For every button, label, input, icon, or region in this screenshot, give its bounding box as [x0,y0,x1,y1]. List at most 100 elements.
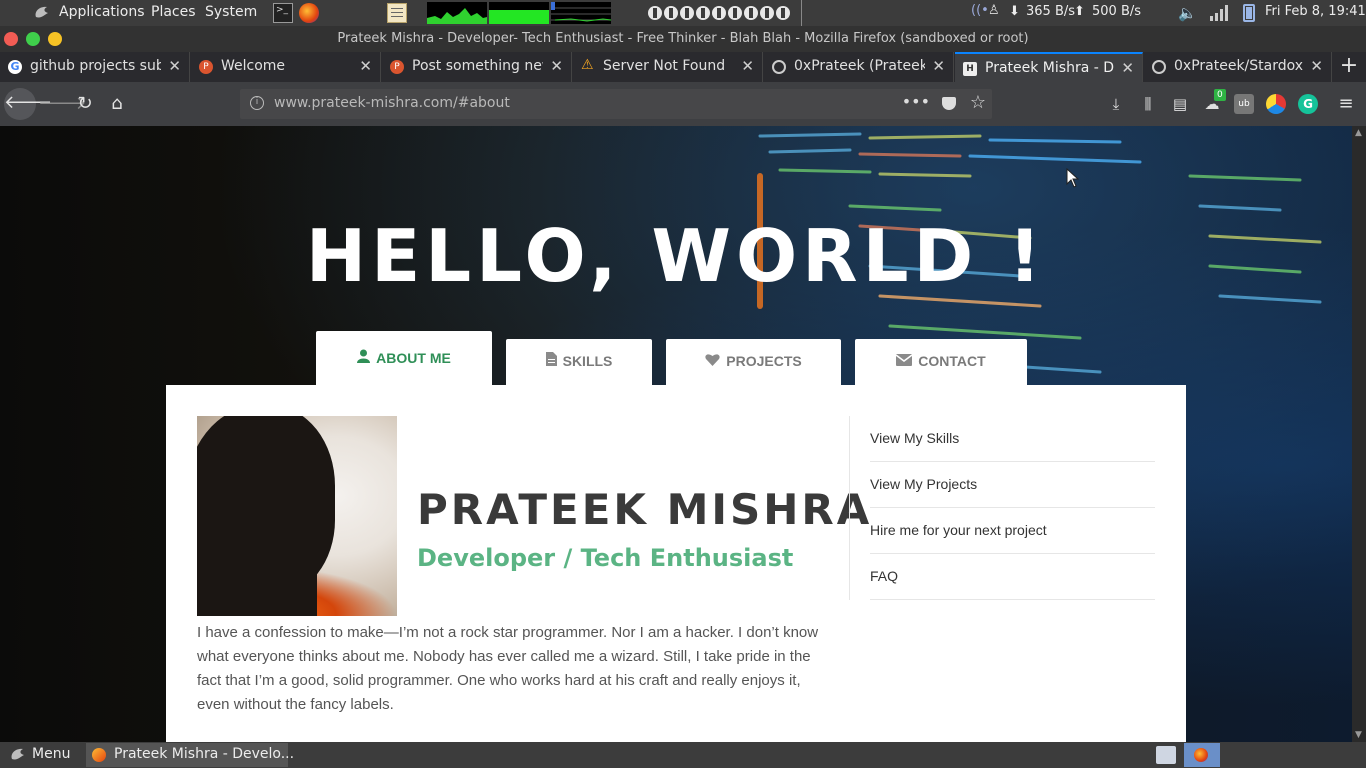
taskbar-window-label: Prateek Mishra - Develo... [114,746,295,762]
window-title: Prateek Mishra - Developer- Tech Enthusi… [337,31,1029,46]
github-icon [1152,60,1166,74]
text-editor-icon[interactable] [387,3,407,23]
system-menu[interactable]: System [205,4,257,20]
navigation-toolbar: 🡐 🡒 ↻ ⌂ i www.prateek-mishra.com/#about … [0,82,1366,126]
tab-prateek-mishra[interactable]: H Prateek Mishra - De ✕ [955,52,1143,82]
accessibility-icon[interactable]: ♙ [988,3,1008,23]
clock[interactable]: Fri Feb 8, 19:41 [1265,4,1366,19]
bookmark-star-icon[interactable]: ☆ [970,92,986,113]
tab-server-not-found[interactable]: ⚠ Server Not Found ✕ [573,52,763,82]
scroll-up-icon[interactable]: ▲ [1355,128,1362,138]
show-desktop-button[interactable] [1184,743,1220,767]
tab-skills-label: SKILLS [562,353,613,369]
memory-graph [489,2,549,24]
site-info-icon[interactable]: i [250,96,264,110]
url-bar[interactable]: i www.prateek-mishra.com/#about ••• ☆ [240,89,992,119]
terminal-icon[interactable]: >_ [273,3,293,23]
grammarly-icon[interactable]: G [1298,94,1318,114]
tab-post-something[interactable]: P Post something new ✕ [382,52,572,82]
distro-logo-icon[interactable] [32,3,52,23]
places-menu[interactable]: Places [151,4,196,20]
close-tab-icon[interactable]: ✕ [550,57,563,75]
quick-links: View My Skills View My Projects Hire me … [849,416,1155,600]
file-icon [545,339,557,383]
menu-logo-icon[interactable] [8,746,28,764]
firefox-tray-icon [1194,748,1208,762]
battery-icon[interactable] [1243,4,1255,22]
link-faq[interactable]: FAQ [870,554,1155,600]
close-tab-icon[interactable]: ✕ [359,57,372,75]
profile-photo [197,416,397,616]
tab-label: Server Not Found [603,58,726,74]
menu-button[interactable]: Menu [32,746,70,762]
sidebar-icon[interactable]: ▤ [1170,94,1190,114]
taskbar-firefox-window[interactable]: Prateek Mishra - Develo... [86,743,294,767]
github-icon [772,60,786,74]
page-viewport: HELLO, WORLD ! ABOUT ME SKILLS PROJECTS … [0,126,1352,742]
user-icon [357,331,371,385]
pocket-icon[interactable] [942,97,956,110]
back-button[interactable]: 🡐 [4,88,52,120]
close-tab-icon[interactable]: ✕ [932,57,945,75]
tab-welcome[interactable]: P Welcome ✕ [191,52,381,82]
tab-skills[interactable]: SKILLS [506,339,652,385]
url-text[interactable]: www.prateek-mishra.com/#about [274,95,510,111]
profile-role: Developer / Tech Enthusiast [417,544,794,572]
signal-strength-icon[interactable] [1209,5,1229,21]
tab-contact[interactable]: CONTACT [855,339,1027,385]
tab-label: github projects subr [30,58,161,74]
tab-about-me-label: ABOUT ME [376,350,451,366]
tab-stardox[interactable]: 0xPrateek/Stardox: ✕ [1144,52,1332,82]
heart-icon [705,339,720,383]
warning-icon: ⚠ [581,57,594,73]
home-button[interactable]: ⌂ [102,89,132,119]
firefox-launcher-icon[interactable] [299,3,319,23]
tab-projects-label: PROJECTS [726,353,802,369]
new-tab-button[interactable]: + [1332,52,1366,82]
forward-button[interactable]: 🡒 [38,89,86,119]
net-up-speed: 500 B/s [1092,4,1142,19]
profile-name: PRATEEK MISHRA [417,485,873,534]
tab-bar: G github projects subr ✕ P Welcome ✕ P P… [0,52,1366,82]
tab-github-projects[interactable]: G github projects subr ✕ [0,52,190,82]
reload-button[interactable]: ↻ [70,89,100,119]
scroll-down-icon[interactable]: ▼ [1355,730,1362,740]
window-titlebar: Prateek Mishra - Developer- Tech Enthusi… [0,26,1366,52]
bottom-taskbar: Menu Prateek Mishra - Develo... [0,742,1366,768]
hero-title: HELLO, WORLD ! [305,214,1047,298]
volume-icon[interactable]: 🔈 [1178,4,1197,22]
tab-label: Prateek Mishra - De [985,60,1114,76]
tab-github-profile[interactable]: 0xPrateek (Prateek ✕ [764,52,954,82]
network-graph [551,2,611,24]
tab-label: 0xPrateek (Prateek [794,58,925,74]
tab-about-me[interactable]: ABOUT ME [316,331,492,387]
extension-color-icon[interactable] [1266,94,1286,114]
product-hunt-icon: P [199,60,213,74]
page-actions-icon[interactable]: ••• [902,92,930,111]
tab-projects[interactable]: PROJECTS [666,339,841,385]
link-view-skills[interactable]: View My Skills [870,416,1155,462]
download-arrow-icon: ⬇ [1009,4,1020,19]
site-icon: H [963,62,977,76]
close-tab-icon[interactable]: ✕ [1121,59,1134,77]
system-panel: Applications Places System >_ ((• ♙ ⬇ 36… [0,0,1366,26]
close-tab-icon[interactable]: ✕ [168,57,181,75]
close-tab-icon[interactable]: ✕ [741,57,754,75]
workspace-switcher[interactable] [647,4,799,22]
link-view-projects[interactable]: View My Projects [870,462,1155,508]
ublock-icon[interactable]: ub [1234,94,1254,114]
firefox-icon [92,748,106,762]
applications-menu[interactable]: Applications [59,4,145,20]
library-icon[interactable]: ⫼ [1138,94,1158,114]
link-hire-me[interactable]: Hire me for your next project [870,508,1155,554]
downloads-icon[interactable]: ⤓ [1106,94,1126,114]
hamburger-menu-icon[interactable]: ≡ [1336,94,1356,114]
page-scrollbar[interactable]: ▲ ▼ [1352,126,1366,742]
photo-silhouette-neck [197,556,317,616]
close-tab-icon[interactable]: ✕ [1310,57,1323,75]
cpu-graph [427,2,487,24]
google-icon: G [8,60,22,74]
upload-arrow-icon: ⬆ [1074,4,1085,19]
tab-label: 0xPrateek/Stardox: [1174,58,1303,74]
notification-icon[interactable] [1156,746,1176,764]
